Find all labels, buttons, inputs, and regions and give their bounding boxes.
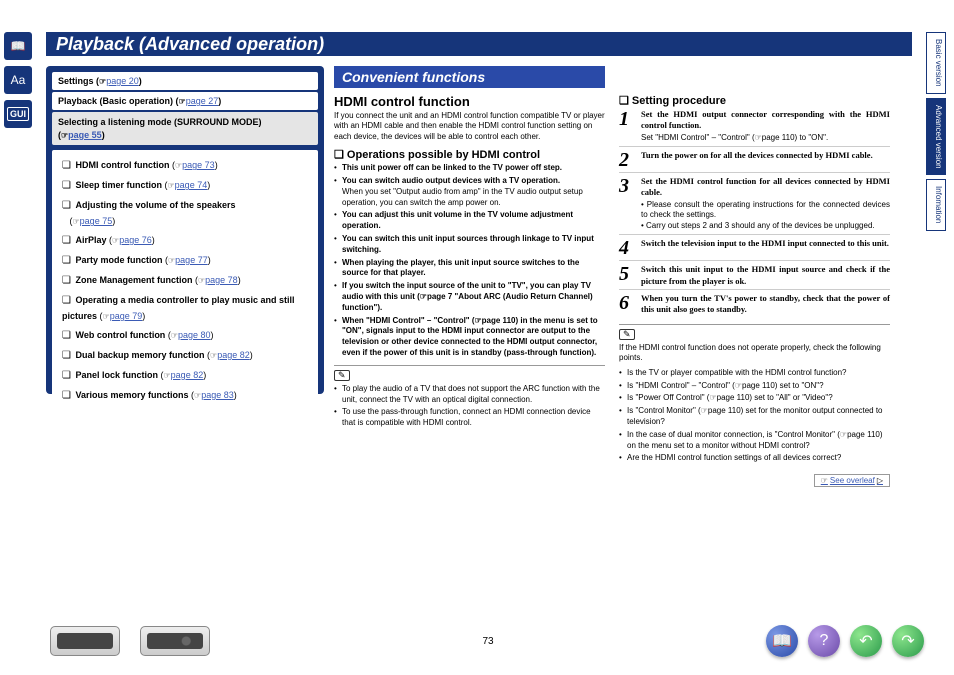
page-number: 73: [210, 636, 766, 647]
toc-playback-basic[interactable]: Playback (Basic operation) (☞page 27): [52, 92, 318, 110]
toc-list: ❏ HDMI control function (☞page 73) ❏ Sle…: [52, 150, 318, 416]
tab-information[interactable]: Infomation: [926, 179, 946, 230]
see-overleaf-link[interactable]: ☞See overleaf▷: [814, 474, 890, 487]
setting-procedure-steps: 1Set the HDMI output connector correspon…: [619, 109, 890, 318]
next-page-button[interactable]: ↷: [892, 625, 924, 657]
section-convenient-functions: Convenient functions: [334, 66, 605, 88]
hdmi-ops-heading: ❏ Operations possible by HDMI control: [334, 148, 605, 161]
remote-control-icon[interactable]: [140, 626, 210, 656]
toc-settings[interactable]: Settings (☞page 20): [52, 72, 318, 90]
front-panel-icon[interactable]: [50, 626, 120, 656]
tab-advanced-version[interactable]: Advanced version: [926, 98, 946, 176]
prev-page-button[interactable]: ↶: [850, 625, 882, 657]
hdmi-ops-list: This unit power off can be linked to the…: [334, 163, 605, 359]
gui-icon[interactable]: GUI: [4, 100, 32, 128]
toc-item[interactable]: ❏ Zone Management function (☞page 78): [62, 273, 308, 289]
hdmi-control-heading: HDMI control function: [334, 94, 605, 109]
toc-item[interactable]: ❏ AirPlay (☞page 76): [62, 233, 308, 249]
toc-item[interactable]: ❏ Sleep timer function (☞page 74): [62, 178, 308, 194]
setting-procedure-heading: ❏ Setting procedure: [619, 94, 890, 107]
toc-item[interactable]: ❏ Adjusting the volume of the speakers (…: [62, 198, 308, 229]
pencil-icon: ✎: [619, 329, 635, 340]
toc-item[interactable]: ❏ Web control function (☞page 80): [62, 328, 308, 344]
toc-item[interactable]: ❏ Various memory functions (☞page 83): [62, 388, 308, 404]
troubleshoot-box: ✎ If the HDMI control function does not …: [619, 324, 890, 464]
book-open-icon[interactable]: 📖: [4, 32, 32, 60]
hdmi-note-box: ✎ To play the audio of a TV that does no…: [334, 365, 605, 429]
help-button[interactable]: ?: [808, 625, 840, 657]
page-title: Playback (Advanced operation): [46, 32, 912, 56]
pencil-icon: ✎: [334, 370, 350, 381]
font-size-icon[interactable]: Aa: [4, 66, 32, 94]
toc-item[interactable]: ❏ Dual backup memory function (☞page 82): [62, 348, 308, 364]
contents-button[interactable]: 📖: [766, 625, 798, 657]
toc-item[interactable]: ❏ HDMI control function (☞page 73): [62, 158, 308, 174]
toc-item[interactable]: ❏ Party mode function (☞page 77): [62, 253, 308, 269]
hdmi-intro-text: If you connect the unit and an HDMI cont…: [334, 111, 605, 142]
toc-item[interactable]: ❏ Panel lock function (☞page 82): [62, 368, 308, 384]
right-tab-rail: Basic version Advanced version Infomatio…: [926, 32, 946, 231]
toc-sidebar: Settings (☞page 20) Playback (Basic oper…: [46, 66, 324, 394]
toc-item[interactable]: ❏ Operating a media controller to play m…: [62, 293, 308, 324]
side-icon-rail: 📖 Aa GUI: [4, 32, 36, 128]
toc-surround-mode[interactable]: Selecting a listening mode (SURROUND MOD…: [52, 112, 318, 145]
footer: 73 📖 ? ↶ ↷: [0, 625, 954, 657]
tab-basic-version[interactable]: Basic version: [926, 32, 946, 94]
